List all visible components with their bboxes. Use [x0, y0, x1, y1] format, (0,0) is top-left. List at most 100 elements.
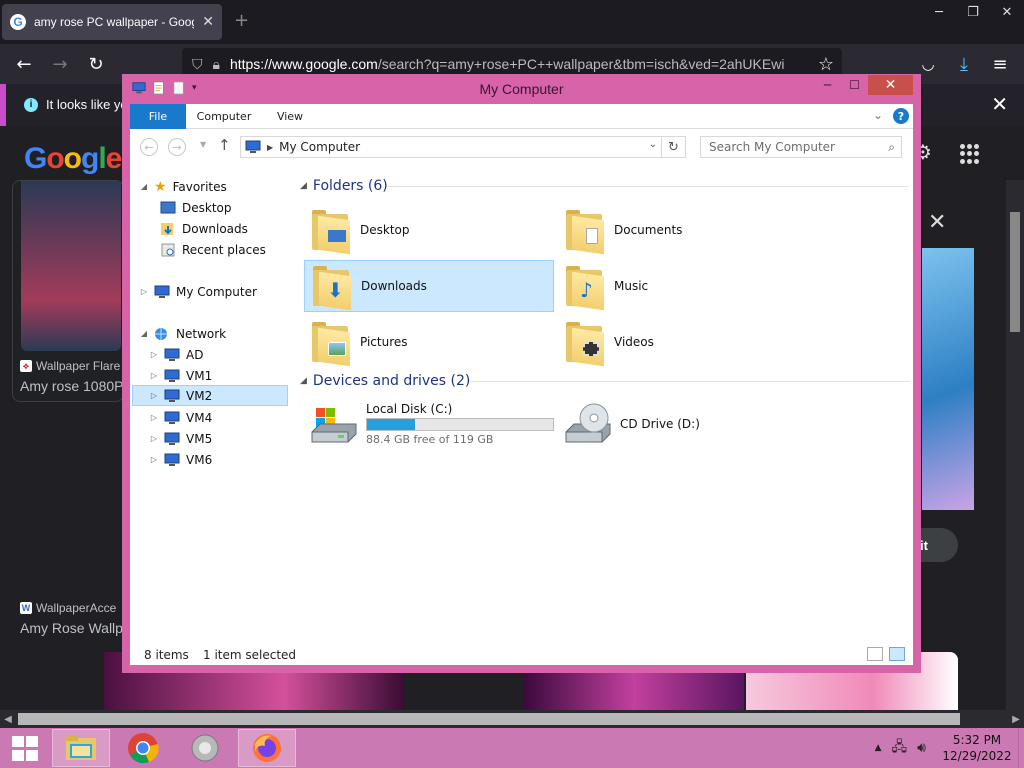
browser-tab[interactable]: G amy rose PC wallpaper - Google ✕	[2, 4, 222, 40]
folder-documents[interactable]: Documents	[558, 204, 808, 256]
music-folder-icon: ♪	[564, 264, 604, 311]
result-source[interactable]: ⟡ Wallpaper Flare	[20, 359, 124, 373]
scroll-right-icon[interactable]: ▶	[1008, 710, 1024, 728]
maximize-icon[interactable]: ☐	[841, 75, 868, 95]
folder-pictures[interactable]: Pictures	[304, 316, 554, 368]
collapse-icon[interactable]: ◢	[300, 181, 307, 191]
folder-desktop[interactable]: Desktop	[304, 204, 554, 256]
menu-icon[interactable]: ≡	[988, 52, 1012, 76]
nav-network-ad[interactable]: ▷ AD	[150, 344, 278, 365]
nav-network-vm6[interactable]: ▷ VM6	[150, 449, 278, 470]
minimize-icon[interactable]: ─	[922, 0, 956, 24]
expand-icon[interactable]: ▷	[140, 287, 148, 296]
forward-arrow-icon[interactable]: →	[48, 52, 72, 76]
bookmark-star-icon[interactable]: ☆	[814, 52, 838, 76]
devices-group-header[interactable]: ◢ Devices and drives (2)	[300, 370, 911, 392]
recent-locations-icon[interactable]: ▼	[200, 140, 206, 149]
details-view-icon[interactable]	[867, 647, 883, 661]
network-icon[interactable]: 🖧︎	[892, 736, 908, 760]
new-tab-button[interactable]: +	[234, 10, 249, 31]
nav-item-desktop[interactable]: Desktop	[160, 197, 232, 218]
result-source[interactable]: W WallpaperAcce	[20, 601, 124, 615]
expand-icon[interactable]: ▷	[150, 350, 158, 359]
speaker-app-icon	[191, 734, 219, 762]
nav-network-vm4[interactable]: ▷ VM4	[150, 407, 278, 428]
show-hidden-icons-icon[interactable]: ▲	[875, 743, 882, 753]
nav-network-vm1[interactable]: ▷ VM1	[150, 365, 278, 386]
vertical-scrollbar[interactable]	[1006, 180, 1024, 710]
minimize-icon[interactable]: ─	[814, 75, 841, 95]
show-desktop-button[interactable]	[1018, 728, 1024, 768]
tab-file[interactable]: File	[130, 104, 186, 129]
forward-arrow-icon[interactable]: →	[168, 138, 186, 156]
expand-icon[interactable]: ▷	[150, 434, 158, 443]
scrollbar-thumb[interactable]	[18, 713, 960, 725]
nav-my-computer[interactable]: ▷ My Computer	[140, 281, 257, 302]
close-icon[interactable]: ✕	[868, 75, 913, 95]
taskbar-speaker-app[interactable]	[176, 729, 234, 767]
preview-image[interactable]	[922, 248, 974, 510]
back-arrow-icon[interactable]: ←	[12, 52, 36, 76]
breadcrumb-separator-icon[interactable]: ▶	[267, 143, 273, 152]
explorer-title-bar[interactable]: ▾ My Computer ─ ☐ ✕	[122, 74, 921, 104]
nav-item-downloads[interactable]: Downloads	[160, 218, 248, 239]
reload-icon[interactable]: ↻	[84, 52, 108, 76]
tab-view[interactable]: View	[266, 104, 314, 129]
search-icon[interactable]: ⌕	[888, 140, 895, 155]
collapse-icon[interactable]: ◢	[300, 376, 307, 386]
help-icon[interactable]: ?	[893, 108, 909, 124]
computer-icon	[164, 453, 180, 466]
expand-icon[interactable]: ▷	[150, 371, 158, 380]
info-icon: i	[24, 97, 38, 112]
close-tab-icon[interactable]: ✕	[202, 14, 214, 30]
result-image[interactable]	[21, 181, 121, 351]
horizontal-scrollbar[interactable]: ◀ ▶	[0, 710, 1024, 728]
nav-item-recent-places[interactable]: Recent places	[160, 239, 266, 260]
nav-favorites[interactable]: ◢ ★ Favorites	[140, 176, 227, 197]
collapse-icon[interactable]: ◢	[140, 329, 148, 338]
back-arrow-icon[interactable]: ←	[140, 138, 158, 156]
search-input[interactable]: Search My Computer ⌕	[700, 136, 902, 158]
expand-icon[interactable]: ▷	[150, 391, 158, 400]
taskbar-file-explorer[interactable]	[52, 729, 110, 767]
taskbar-firefox[interactable]	[238, 729, 296, 767]
google-logo[interactable]: Google	[24, 142, 122, 176]
restore-icon[interactable]: ❐	[956, 0, 990, 24]
address-bar[interactable]: ▶ My Computer ⌄	[240, 136, 662, 158]
result-description[interactable]: Amy rose 1080P	[20, 378, 124, 394]
star-icon: ★	[154, 178, 167, 195]
expand-icon[interactable]: ▷	[150, 413, 158, 422]
collapse-icon[interactable]: ◢	[140, 182, 148, 191]
close-notification-icon[interactable]: ✕	[991, 92, 1008, 116]
refresh-icon[interactable]: ↻	[662, 136, 686, 158]
drive-local-disk-c[interactable]: Local Disk (C:) 88.4 GB free of 119 GB	[304, 398, 554, 450]
scrollbar-thumb[interactable]	[1010, 212, 1020, 332]
download-icon[interactable]: ⤓	[952, 52, 976, 76]
volume-icon[interactable]: 🔊︎	[917, 740, 926, 756]
start-button[interactable]	[6, 734, 42, 762]
taskbar-chrome[interactable]	[114, 729, 172, 767]
folders-group-header[interactable]: ◢ Folders (6)	[300, 175, 908, 197]
up-arrow-icon[interactable]: ↑	[218, 136, 231, 154]
nav-network-vm5[interactable]: ▷ VM5	[150, 428, 278, 449]
pocket-icon[interactable]: ◡	[916, 52, 940, 76]
shield-icon[interactable]: ⛉	[192, 56, 203, 73]
nav-network[interactable]: ◢ Network	[140, 323, 226, 344]
clock[interactable]: 5:32 PM 12/29/2022	[936, 732, 1018, 764]
result-description[interactable]: Amy Rose Wallp	[20, 620, 124, 636]
close-preview-icon[interactable]: ✕	[928, 210, 946, 235]
apps-grid-icon[interactable]	[960, 144, 980, 164]
tiles-view-icon[interactable]	[889, 647, 905, 661]
expand-ribbon-icon[interactable]: ⌄	[873, 108, 883, 122]
address-dropdown-icon[interactable]: ⌄	[649, 139, 657, 150]
folder-videos[interactable]: Videos	[558, 316, 808, 368]
folder-music[interactable]: ♪ Music	[558, 260, 808, 312]
close-icon[interactable]: ✕	[990, 0, 1024, 24]
nav-network-vm2[interactable]: ▷ VM2	[132, 385, 288, 406]
folder-downloads[interactable]: ⬇ Downloads	[304, 260, 554, 312]
scroll-left-icon[interactable]: ◀	[0, 710, 16, 728]
tab-computer[interactable]: Computer	[190, 104, 258, 129]
drive-cd-d[interactable]: CD Drive (D:)	[558, 398, 808, 450]
expand-icon[interactable]: ▷	[150, 455, 158, 464]
lock-icon[interactable]: 🔒︎	[213, 56, 220, 73]
